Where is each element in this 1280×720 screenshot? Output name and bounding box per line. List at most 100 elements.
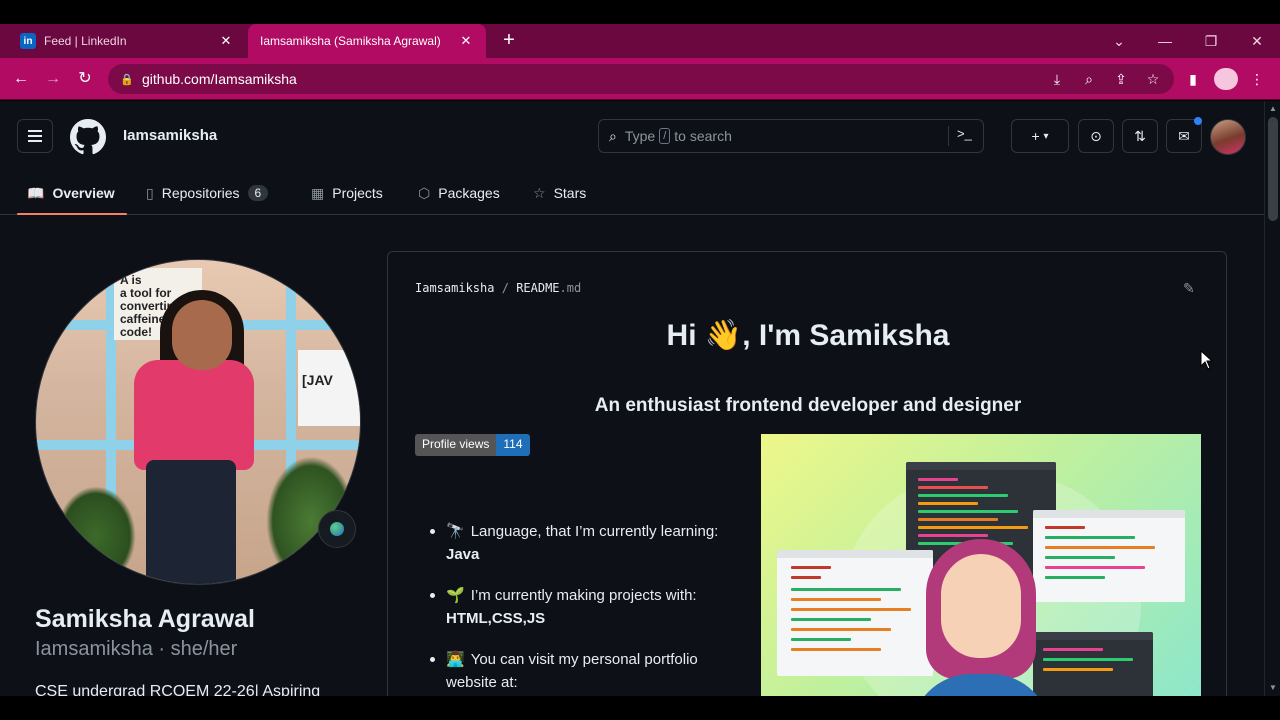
screen-bottom-border: [0, 696, 1280, 720]
list-item-text: I’m currently making projects with:: [470, 587, 697, 604]
tab-stars[interactable]: ☆ Stars: [533, 171, 586, 215]
search-icon: ⌕: [609, 127, 617, 144]
new-tab-button[interactable]: +: [498, 30, 520, 52]
create-new-button[interactable]: + ▾: [1011, 119, 1069, 153]
notification-dot: [1194, 117, 1202, 125]
tab-packages[interactable]: ⬡ Packages: [418, 171, 500, 215]
scroll-up-icon[interactable]: ▲: [1269, 104, 1277, 113]
list-item: 👨‍💻 You can visit my personal portfolio w…: [428, 648, 728, 694]
readme-card: Iamsamiksha / README.md ✎ Hi 👋, I'm Sami…: [387, 251, 1227, 696]
hamburger-menu-button[interactable]: [17, 119, 53, 153]
badge-label: Profile views: [415, 434, 497, 456]
profile-views-badge: Profile views 114: [415, 434, 530, 456]
tab-label: Repositories: [161, 185, 240, 201]
url-field[interactable]: 🔒 github.com/Iamsamiksha: [108, 64, 1174, 94]
tab-overview[interactable]: 📖 Overview: [27, 171, 115, 215]
back-icon[interactable]: ←: [10, 68, 32, 90]
readme-path: Iamsamiksha / README.md: [415, 281, 581, 295]
window-close-icon[interactable]: ✕: [1234, 24, 1280, 58]
tab-label: Overview: [52, 185, 115, 201]
star-icon: ☆: [533, 184, 546, 201]
list-item-text: You can visit my personal portfolio webs…: [446, 651, 698, 691]
active-tab-underline: [17, 213, 127, 215]
user-avatar[interactable]: [1210, 119, 1246, 155]
list-item: 🔭 Language, that I’m currently learning: …: [428, 520, 728, 566]
zoom-icon[interactable]: ⌕: [1078, 68, 1100, 90]
reload-icon[interactable]: ↻: [74, 68, 96, 90]
share-icon[interactable]: ⇪: [1110, 68, 1132, 90]
readme-path-user[interactable]: Iamsamiksha: [415, 281, 494, 295]
minimize-icon[interactable]: —: [1142, 24, 1188, 58]
close-icon[interactable]: ✕: [458, 33, 474, 49]
profile-avatar[interactable]: A is a tool for converting caffeine in code!…: [35, 259, 361, 585]
issues-button[interactable]: ⊙: [1078, 119, 1114, 153]
pull-requests-button[interactable]: ⇅: [1122, 119, 1158, 153]
badge-count: 114: [496, 434, 530, 456]
telescope-icon: 🔭: [446, 523, 465, 540]
tab-label: Packages: [438, 185, 500, 201]
screen-top-border: [0, 0, 1280, 24]
scrollbar-thumb[interactable]: [1268, 117, 1278, 221]
tab-title: Iamsamiksha (Samiksha Agrawal): [260, 34, 441, 48]
tab-strip: in Feed | LinkedIn ✕ Iamsamiksha (Samiks…: [0, 24, 1280, 141]
menu-dots-icon[interactable]: ⋮: [1246, 68, 1268, 90]
search-shortcut-key: /: [659, 128, 671, 144]
book-icon: 📖: [27, 184, 45, 201]
tab-linkedin[interactable]: in Feed | LinkedIn ✕: [8, 24, 246, 58]
status-globe-icon[interactable]: [318, 510, 356, 548]
tab-projects[interactable]: ▦ Projects: [311, 171, 383, 215]
side-panel-icon[interactable]: ▮: [1182, 68, 1204, 90]
lock-icon: 🔒: [120, 73, 134, 86]
technologist-icon: 👨‍💻: [446, 651, 465, 668]
tab-label: Projects: [332, 185, 383, 201]
readme-greeting: Hi 👋, I'm Samiksha: [666, 319, 950, 352]
tab-search-icon[interactable]: ⌄: [1096, 24, 1142, 58]
list-item-bold: HTML,CSS,JS: [446, 610, 546, 627]
repo-count-badge: 6: [247, 185, 269, 201]
readme-list: 🔭 Language, that I’m currently learning: …: [428, 520, 728, 696]
close-icon[interactable]: ✕: [218, 33, 234, 49]
forward-icon[interactable]: →: [42, 68, 64, 90]
table-icon: ▦: [311, 184, 325, 201]
issue-icon: ⊙: [1090, 127, 1102, 144]
search-placeholder-post: to search: [674, 128, 732, 144]
readme-tagline: An enthusiast frontend developer and des…: [594, 395, 1022, 416]
tab-github[interactable]: Iamsamiksha (Samiksha Agrawal) ✕: [248, 24, 486, 141]
profile-handle: Iamsamiksha · she/her: [35, 638, 238, 660]
page-scrollbar[interactable]: ▲ ▼: [1264, 101, 1280, 696]
package-icon: ⬡: [418, 184, 431, 201]
bookmark-star-icon[interactable]: ☆: [1142, 68, 1164, 90]
repo-icon: ▯: [146, 184, 154, 201]
tab-label: Stars: [553, 185, 587, 201]
command-palette-icon[interactable]: >_: [957, 126, 972, 141]
list-item-text: Language, that I’m currently learning:: [470, 523, 719, 540]
github-header: Iamsamiksha ⌕ Type / to search >_ + ▾ ⊙ …: [0, 101, 1264, 171]
mouse-cursor-icon: [1200, 350, 1214, 370]
inbox-icon: ✉: [1178, 127, 1190, 144]
search-divider: [948, 126, 949, 146]
readme-path-sep: /: [501, 281, 509, 295]
restore-icon[interactable]: ❐: [1188, 24, 1234, 58]
plus-icon: +: [1031, 128, 1040, 144]
address-bar: ← → ↻ 🔒 github.com/Iamsamiksha ⤓ ⌕ ⇪ ☆ ▮…: [0, 58, 1280, 100]
header-username-link[interactable]: Iamsamiksha: [123, 127, 217, 144]
linkedin-icon: in: [20, 33, 36, 49]
tab-title: Feed | LinkedIn: [44, 34, 127, 48]
install-icon[interactable]: ⤓: [1046, 68, 1068, 90]
pencil-icon[interactable]: ✎: [1183, 280, 1201, 298]
readme-path-file: README: [516, 281, 560, 295]
github-logo-icon[interactable]: [70, 119, 107, 155]
readme-path-ext: .md: [559, 281, 582, 295]
list-item: 🌱 I’m currently making projects with: HTM…: [428, 584, 728, 630]
url-text: github.com/Iamsamiksha: [142, 71, 297, 87]
tab-repositories[interactable]: ▯ Repositories 6: [146, 171, 269, 215]
github-page: Iamsamiksha ⌕ Type / to search >_ + ▾ ⊙ …: [0, 101, 1264, 696]
pull-request-icon: ⇅: [1134, 127, 1146, 144]
scroll-down-icon[interactable]: ▼: [1269, 683, 1277, 692]
profile-bio: CSE undergrad RCOEM 22-26| Aspiring: [35, 683, 321, 696]
profile-subnav: 📖 Overview ▯ Repositories 6 ▦ Projects ⬡…: [0, 171, 1264, 215]
profile-full-name: Samiksha Agrawal: [35, 605, 256, 633]
browser-profile-avatar[interactable]: [1214, 68, 1238, 90]
search-input[interactable]: ⌕ Type / to search >_: [598, 119, 984, 153]
chevron-down-icon: ▾: [1043, 130, 1049, 142]
